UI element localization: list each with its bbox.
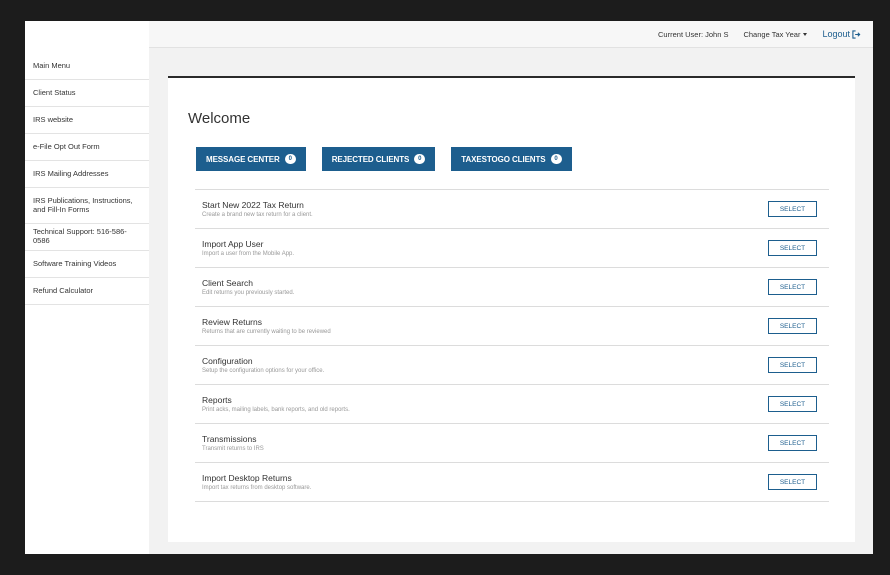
sidebar-item-label: IRS Publications, Instructions, and Fill…: [33, 195, 133, 214]
select-button[interactable]: SELECT: [768, 396, 817, 412]
taxestogo-clients-button[interactable]: TAXESTOGO CLIENTS 0: [451, 147, 572, 171]
list-item: Transmissions Transmit returns to IRS SE…: [195, 424, 829, 463]
sidebar-item-label: Software Training Videos: [33, 258, 117, 268]
page-title: Welcome: [188, 110, 251, 127]
sidebar-item-label: Refund Calculator: [33, 285, 94, 295]
select-button[interactable]: SELECT: [768, 357, 817, 373]
list-item: Import App User Import a user from the M…: [195, 229, 829, 268]
row-description: Edit returns you previously started.: [202, 290, 295, 296]
sidebar-item-efile-opt-out[interactable]: e-File Opt Out Form: [25, 134, 149, 161]
sidebar-item-label: Client Status: [33, 87, 76, 97]
row-title: Reports: [202, 395, 232, 405]
top-bar: Current User: John S Change Tax Year Log…: [149, 21, 873, 48]
sidebar-item-label: e-File Opt Out Form: [33, 141, 100, 151]
pill-row: MESSAGE CENTER 0 REJECTED CLIENTS 0 TAXE…: [196, 147, 588, 171]
row-description: Create a brand new tax return for a clie…: [202, 212, 313, 218]
select-button[interactable]: SELECT: [768, 474, 817, 490]
row-description: Print acks, mailing labels, bank reports…: [202, 407, 350, 413]
sidebar-item-irs-website[interactable]: IRS website: [25, 107, 149, 134]
list-item: Start New 2022 Tax Return Create a brand…: [195, 190, 829, 229]
list-item: Configuration Setup the configuration op…: [195, 346, 829, 385]
row-title: Transmissions: [202, 434, 257, 444]
select-button[interactable]: SELECT: [768, 201, 817, 217]
list-item: Review Returns Returns that are currentl…: [195, 307, 829, 346]
logout-label: Logout: [822, 29, 850, 39]
sidebar-item-label: Main Menu: [33, 60, 71, 70]
chevron-down-icon: [803, 32, 808, 36]
message-center-button[interactable]: MESSAGE CENTER 0: [196, 147, 306, 171]
sidebar-item-irs-publications[interactable]: IRS Publications, Instructions, and Fill…: [25, 188, 149, 224]
row-description: Returns that are currently waiting to be…: [202, 329, 331, 335]
row-title: Start New 2022 Tax Return: [202, 200, 304, 210]
change-tax-year-label: Change Tax Year: [743, 29, 801, 39]
row-title: Client Search: [202, 278, 254, 288]
list-item: Reports Print acks, mailing labels, bank…: [195, 385, 829, 424]
count-badge: 0: [550, 154, 562, 164]
select-button[interactable]: SELECT: [768, 240, 817, 256]
row-description: Import a user from the Mobile App.: [202, 251, 295, 257]
pill-label: MESSAGE CENTER: [206, 154, 280, 164]
sidebar-item-irs-mailing[interactable]: IRS Mailing Addresses: [25, 161, 149, 188]
row-description: Setup the configuration options for your…: [202, 368, 325, 374]
select-button[interactable]: SELECT: [768, 279, 817, 295]
action-list: Start New 2022 Tax Return Create a brand…: [195, 189, 829, 502]
current-user-label: Current User: John S: [658, 29, 729, 39]
app-window: Main Menu Client Status IRS website e-Fi…: [25, 21, 873, 554]
row-title: Import App User: [202, 239, 264, 249]
sidebar-item-label: IRS Mailing Addresses: [33, 168, 109, 178]
logout-link[interactable]: Logout: [822, 29, 861, 39]
list-item: Import Desktop Returns Import tax return…: [195, 463, 829, 502]
sidebar: Main Menu Client Status IRS website e-Fi…: [25, 21, 149, 554]
sidebar-item-label: IRS website: [33, 114, 74, 124]
sidebar-item-client-status[interactable]: Client Status: [25, 80, 149, 107]
select-button[interactable]: SELECT: [768, 318, 817, 334]
change-tax-year-dropdown[interactable]: Change Tax Year: [743, 29, 808, 39]
sidebar-item-main-menu[interactable]: Main Menu: [25, 53, 149, 80]
pill-label: REJECTED CLIENTS: [331, 154, 410, 164]
main-card: Welcome MESSAGE CENTER 0 REJECTED CLIENT…: [168, 78, 855, 542]
row-title: Import Desktop Returns: [202, 473, 292, 483]
count-badge: 0: [284, 154, 296, 164]
row-title: Review Returns: [202, 317, 262, 327]
sidebar-item-label: Technical Support: 516-586-0586: [33, 227, 127, 245]
row-description: Transmit returns to IRS: [202, 446, 264, 452]
pill-label: TAXESTOGO CLIENTS: [461, 154, 546, 164]
row-description: Import tax returns from desktop software…: [202, 485, 312, 491]
sidebar-item-technical-support[interactable]: Technical Support: 516-586-0586: [25, 224, 149, 251]
count-badge: 0: [414, 154, 426, 164]
select-button[interactable]: SELECT: [768, 435, 817, 451]
logout-icon: [852, 29, 861, 39]
sidebar-item-training-videos[interactable]: Software Training Videos: [25, 251, 149, 278]
sidebar-item-refund-calculator[interactable]: Refund Calculator: [25, 278, 149, 305]
rejected-clients-button[interactable]: REJECTED CLIENTS 0: [321, 147, 436, 171]
row-title: Configuration: [202, 356, 253, 366]
list-item: Client Search Edit returns you previousl…: [195, 268, 829, 307]
